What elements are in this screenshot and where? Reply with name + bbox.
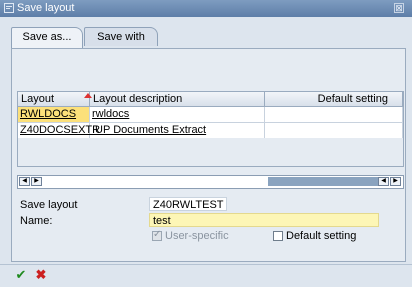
cell-default[interactable]	[265, 123, 403, 138]
scrollbar-thumb[interactable]	[268, 177, 378, 186]
column-header-default-label: Default setting	[317, 93, 388, 105]
column-header-layout-label: Layout	[21, 93, 55, 105]
column-header-description[interactable]: Layout description	[90, 92, 265, 106]
table-header: Layout Layout description Default settin…	[18, 92, 403, 107]
window-icon	[4, 3, 14, 13]
scroll-left-icon-end[interactable]: ◀	[378, 177, 389, 186]
tab-save-with-label: Save with	[97, 31, 145, 43]
cell-description[interactable]: IUP Documents Extract	[90, 123, 265, 138]
window-title: Save layout	[17, 2, 75, 14]
default-setting-label: Default setting	[286, 230, 357, 242]
scroll-right-icon[interactable]: ▶	[31, 177, 42, 186]
table-row[interactable]: RWLDOCS rwldocs	[18, 107, 403, 123]
name-label: Name:	[20, 215, 53, 227]
horizontal-scrollbar[interactable]: ◀ ▶ ◀ ▶	[17, 175, 404, 189]
cell-layout[interactable]: RWLDOCS	[18, 107, 90, 122]
default-setting-checkbox[interactable]	[273, 231, 283, 241]
user-specific-label: User-specific	[165, 230, 229, 242]
tab-save-as-label: Save as...	[22, 31, 72, 43]
column-header-description-label: Layout description	[93, 93, 183, 105]
cell-default[interactable]	[265, 107, 403, 122]
scroll-right-icon-end[interactable]: ▶	[390, 177, 401, 186]
close-window-icon[interactable]: ⊠	[394, 3, 404, 13]
cell-description[interactable]: rwldocs	[90, 107, 265, 122]
tab-panel: Layout Layout description Default settin…	[11, 48, 406, 262]
save-layout-field[interactable]: Z40RWLTEST	[149, 197, 227, 211]
column-header-layout[interactable]: Layout	[18, 92, 90, 106]
user-specific-checkbox[interactable]	[152, 229, 162, 241]
tab-save-as[interactable]: Save as...	[11, 27, 83, 48]
confirm-checkmark-icon[interactable]: ✔	[14, 268, 28, 282]
table-empty-area	[18, 138, 403, 166]
title-bar: Save layout ⊠	[0, 0, 412, 17]
cancel-x-icon[interactable]: ✖	[34, 268, 48, 282]
column-header-default[interactable]: Default setting	[265, 92, 403, 106]
dialog-button-bar: ✔ ✖	[0, 264, 412, 287]
save-layout-label: Save layout	[20, 199, 78, 211]
table-row[interactable]: Z40DOCSEXTR IUP Documents Extract	[18, 123, 403, 139]
name-field[interactable]: test	[149, 213, 379, 227]
tab-save-with[interactable]: Save with	[84, 27, 158, 46]
scroll-left-icon[interactable]: ◀	[19, 177, 30, 186]
cell-layout[interactable]: Z40DOCSEXTR	[18, 123, 100, 138]
save-layout-dialog: Save as... Save with Layout Layout descr…	[0, 17, 412, 264]
layout-table: Layout Layout description Default settin…	[17, 91, 404, 167]
